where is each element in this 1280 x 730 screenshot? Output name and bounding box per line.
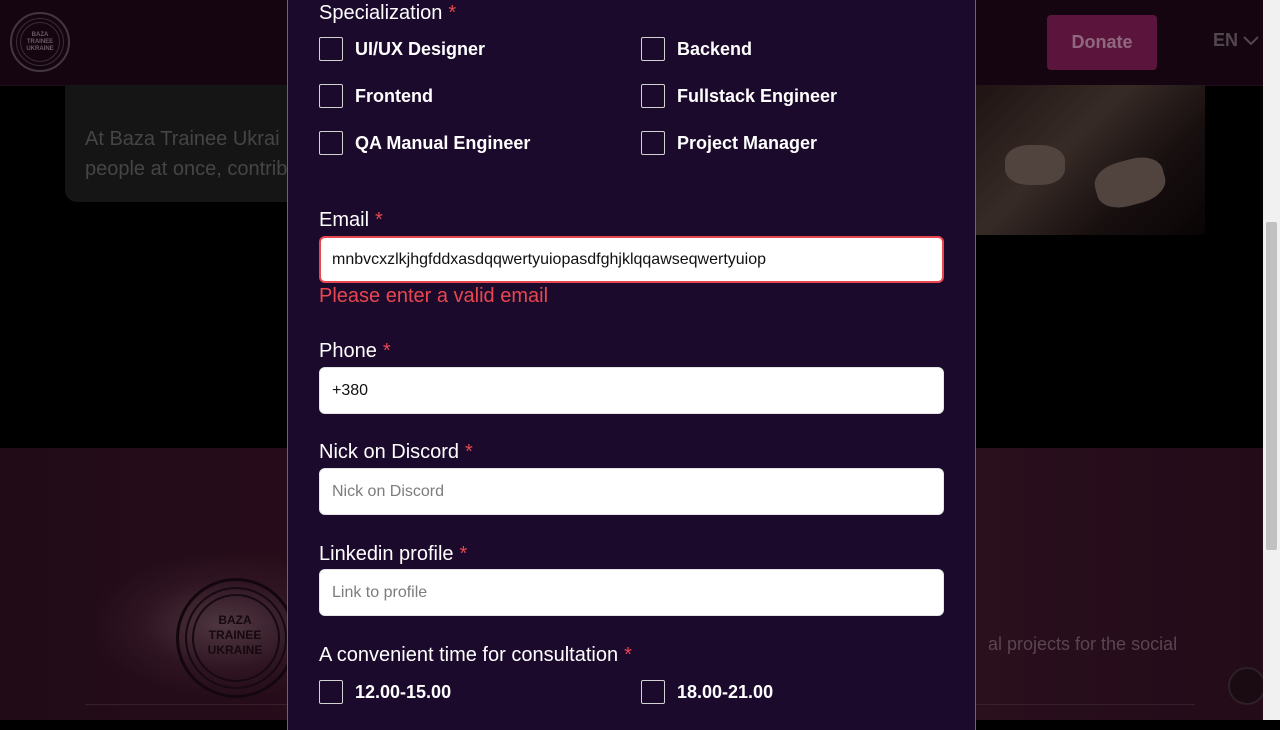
required-mark: * bbox=[459, 543, 468, 565]
checkbox-label: Fullstack Engineer bbox=[677, 85, 838, 106]
checkbox-frontend[interactable]: Frontend bbox=[319, 84, 433, 108]
checkbox-label: UI/UX Designer bbox=[355, 38, 486, 59]
checkbox-label: 18.00-21.00 bbox=[677, 681, 774, 702]
checkbox-label: Frontend bbox=[355, 85, 433, 106]
phone-field[interactable] bbox=[319, 367, 944, 414]
checkbox-box[interactable] bbox=[641, 680, 665, 704]
page-scrollbar[interactable] bbox=[1263, 0, 1280, 720]
required-mark: * bbox=[448, 2, 457, 24]
checkbox-project-manager[interactable]: Project Manager bbox=[641, 131, 817, 155]
required-mark: * bbox=[465, 441, 473, 463]
linkedin-label: Linkedin profile * bbox=[319, 543, 467, 566]
required-mark: * bbox=[624, 644, 632, 666]
specialization-label: Specialization * bbox=[319, 2, 456, 25]
checkbox-time-12-15[interactable]: 12.00-15.00 bbox=[319, 680, 451, 704]
arrow-up-icon bbox=[1239, 677, 1255, 694]
email-label-text: Email bbox=[319, 209, 370, 231]
required-mark: * bbox=[382, 340, 391, 362]
discord-label-text: Nick on Discord bbox=[319, 441, 460, 463]
checkbox-qa-manual-engineer[interactable]: QA Manual Engineer bbox=[319, 131, 530, 155]
scrollbar-thumb[interactable] bbox=[1266, 222, 1277, 550]
checkbox-label: 12.00-15.00 bbox=[355, 681, 452, 702]
checkbox-box[interactable] bbox=[319, 131, 343, 155]
consultation-time-label-text: A convenient time for consultation bbox=[319, 644, 619, 666]
checkbox-time-18-21[interactable]: 18.00-21.00 bbox=[641, 680, 773, 704]
checkbox-box[interactable] bbox=[319, 84, 343, 108]
email-error-message: Please enter a valid email bbox=[319, 285, 549, 307]
required-mark: * bbox=[375, 209, 383, 231]
email-label: Email * bbox=[319, 209, 383, 232]
scroll-to-top-button[interactable] bbox=[1228, 667, 1266, 705]
checkbox-box[interactable] bbox=[641, 131, 665, 155]
consultation-time-label: A convenient time for consultation * bbox=[319, 644, 632, 667]
email-field[interactable] bbox=[319, 236, 944, 283]
checkbox-label: Backend bbox=[677, 38, 753, 59]
specialization-label-text: Specialization bbox=[319, 2, 443, 24]
checkbox-box[interactable] bbox=[641, 37, 665, 61]
checkbox-label: QA Manual Engineer bbox=[355, 132, 531, 153]
linkedin-label-text: Linkedin profile bbox=[319, 543, 454, 565]
registration-modal bbox=[287, 0, 976, 730]
checkbox-box[interactable] bbox=[641, 84, 665, 108]
checkbox-label: Project Manager bbox=[677, 132, 818, 153]
phone-label: Phone * bbox=[319, 340, 391, 363]
checkbox-fullstack-engineer[interactable]: Fullstack Engineer bbox=[641, 84, 837, 108]
checkbox-backend[interactable]: Backend bbox=[641, 37, 752, 61]
discord-label: Nick on Discord * bbox=[319, 441, 473, 464]
checkbox-box[interactable] bbox=[319, 680, 343, 704]
discord-field[interactable] bbox=[319, 468, 944, 515]
linkedin-field[interactable] bbox=[319, 569, 944, 616]
phone-label-text: Phone bbox=[319, 340, 377, 362]
checkbox-box[interactable] bbox=[319, 37, 343, 61]
checkbox-ui-ux-designer[interactable]: UI/UX Designer bbox=[319, 37, 485, 61]
